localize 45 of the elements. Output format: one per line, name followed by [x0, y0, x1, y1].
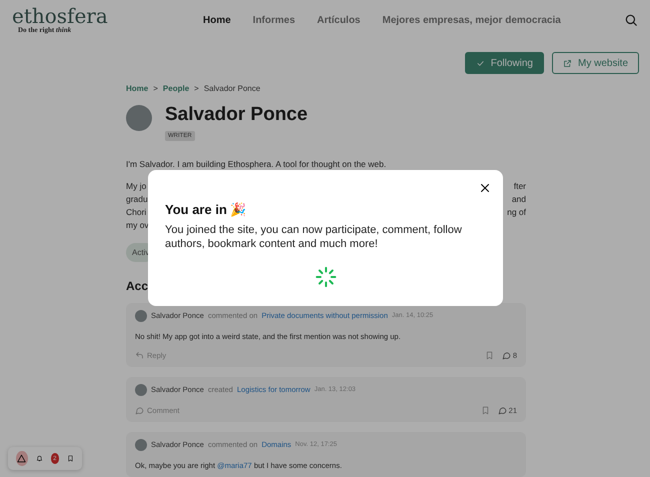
avatar	[135, 438, 147, 450]
check-icon	[476, 58, 485, 68]
breadcrumb-separator: >	[153, 84, 158, 93]
breadcrumb-link[interactable]: People	[162, 84, 190, 93]
search-icon	[624, 13, 638, 27]
nav-link[interactable]: Mejores empresas, mejor democracia	[382, 14, 561, 26]
nav-link[interactable]: Home	[203, 14, 231, 26]
breadcrumb-current: Salvador Ponce	[204, 84, 260, 93]
party-emoji: 🎉	[230, 202, 246, 217]
bio-text: gradu	[126, 194, 148, 206]
breadcrumb-link[interactable]: Home	[126, 84, 148, 93]
speech-bubble-icon	[498, 406, 507, 414]
speech-bubble-icon	[135, 406, 144, 414]
bio-text: and	[512, 194, 526, 206]
loading-spinner	[314, 266, 336, 288]
bookmark-icon	[480, 406, 490, 414]
section-title: Acc	[126, 278, 148, 292]
bio-text: my ov	[126, 220, 149, 232]
logo[interactable]: ethosfera	[12, 6, 162, 26]
nav-link[interactable]: Artículos	[317, 14, 360, 26]
bookmark-icon	[67, 454, 74, 463]
close-icon	[479, 182, 491, 194]
warning-triangle-icon	[17, 454, 26, 463]
following-button[interactable]: Following	[464, 52, 544, 74]
warning-button[interactable]	[16, 451, 28, 466]
bio-text: ng of	[507, 206, 526, 219]
reply-arrow-icon	[135, 350, 144, 360]
profile-name: Salvador Ponce	[165, 105, 308, 124]
website-button[interactable]: My website	[552, 52, 639, 74]
bell-icon	[36, 454, 43, 463]
bookmark-icon	[484, 350, 494, 360]
avatar	[135, 384, 147, 396]
modal-body: You joined the site, you can now participate, comment, follow authors, bookmark content and much more!	[165, 223, 463, 252]
bio-text: My jo	[126, 180, 146, 193]
bio-text: Chori	[126, 206, 146, 218]
avatar	[126, 105, 152, 131]
close-button[interactable]	[479, 182, 491, 194]
bio-text: fter	[514, 180, 526, 192]
external-link-icon	[562, 58, 572, 68]
speech-bubble-icon	[502, 350, 511, 360]
breadcrumb-separator: >	[194, 84, 199, 93]
nav-link[interactable]: Informes	[252, 14, 296, 26]
modal-title: You are in	[165, 202, 227, 217]
bio-text: I'm Salvador. I am building Ethosphera. A tool for thought on the web.	[126, 160, 388, 168]
avatar	[135, 310, 147, 322]
